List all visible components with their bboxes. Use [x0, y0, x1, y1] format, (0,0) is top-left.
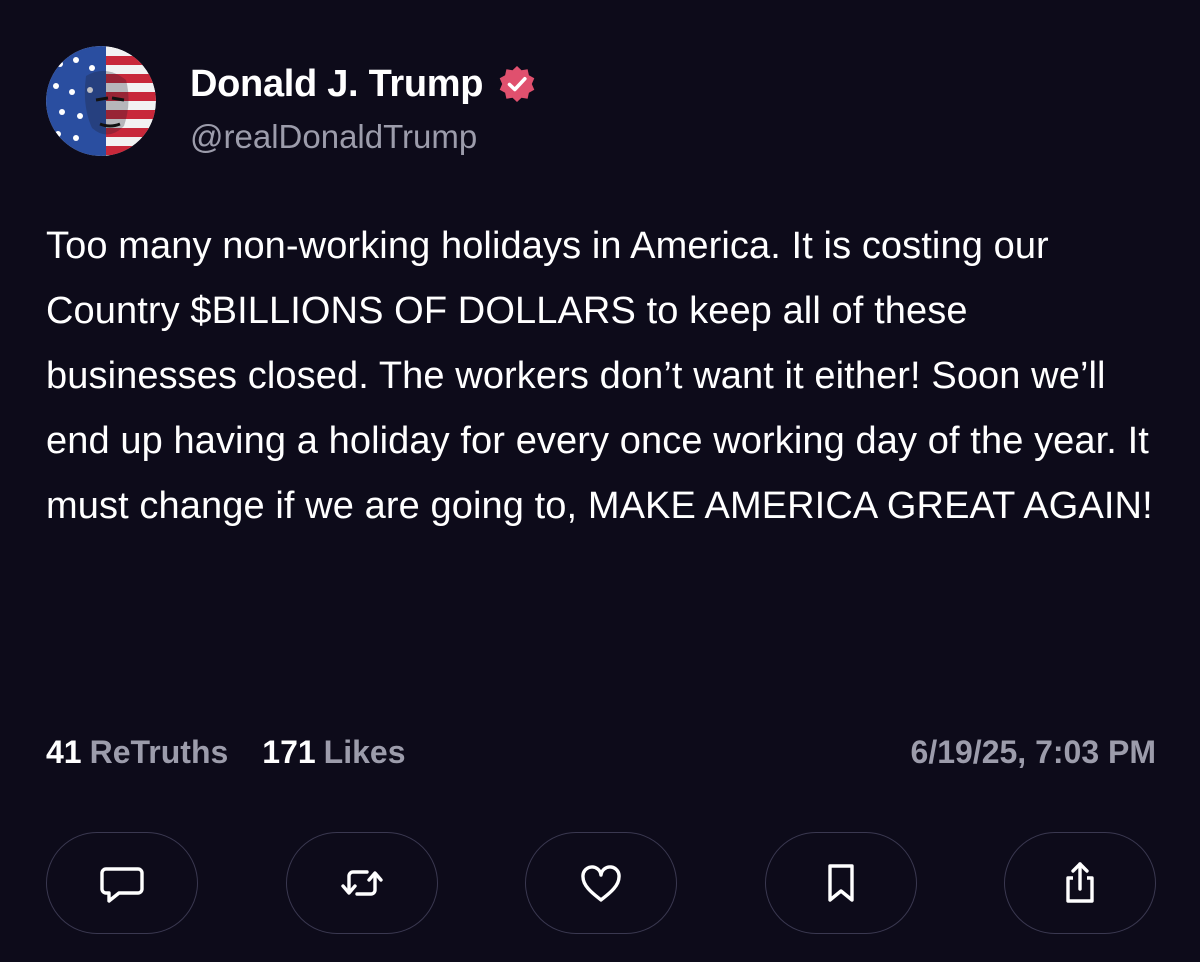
retruths-stat[interactable]: 41 ReTruths [46, 734, 228, 771]
stars-and-stripes-portrait-avatar-icon [46, 46, 156, 156]
speech-bubble-icon [100, 867, 144, 903]
avatar[interactable] [46, 46, 156, 156]
like-button[interactable] [525, 832, 677, 934]
verified-badge-icon [497, 64, 537, 104]
share-button[interactable] [1004, 832, 1156, 934]
retruths-label: ReTruths [89, 733, 229, 770]
post-body-text: Too many non-working holidays in America… [46, 225, 1153, 527]
bookmark-button[interactable] [764, 832, 917, 934]
post-card: Donald J. Trump @realDonaldTrump Too man… [0, 0, 1200, 962]
post-stats: 41 ReTruths 171 Likes 6/19/25, 7:03 PM [46, 728, 1156, 776]
bookmark-icon [827, 864, 854, 902]
retruth-button[interactable] [285, 832, 438, 934]
heart-icon [581, 865, 621, 902]
repost-arrows-icon [340, 870, 383, 896]
action-bar [46, 832, 1156, 936]
post-timestamp: 6/19/25, 7:03 PM [910, 733, 1156, 770]
retruths-count: 41 [46, 733, 82, 770]
likes-count: 171 [262, 733, 316, 770]
reply-button[interactable] [46, 832, 198, 934]
author-handle[interactable]: @realDonaldTrump [190, 118, 477, 156]
author-display-name[interactable]: Donald J. Trump [190, 63, 484, 106]
likes-label: Likes [323, 733, 406, 770]
likes-stat[interactable]: 171 Likes [262, 734, 405, 771]
author-row: Donald J. Trump [190, 58, 537, 110]
share-upload-icon [1066, 862, 1094, 903]
